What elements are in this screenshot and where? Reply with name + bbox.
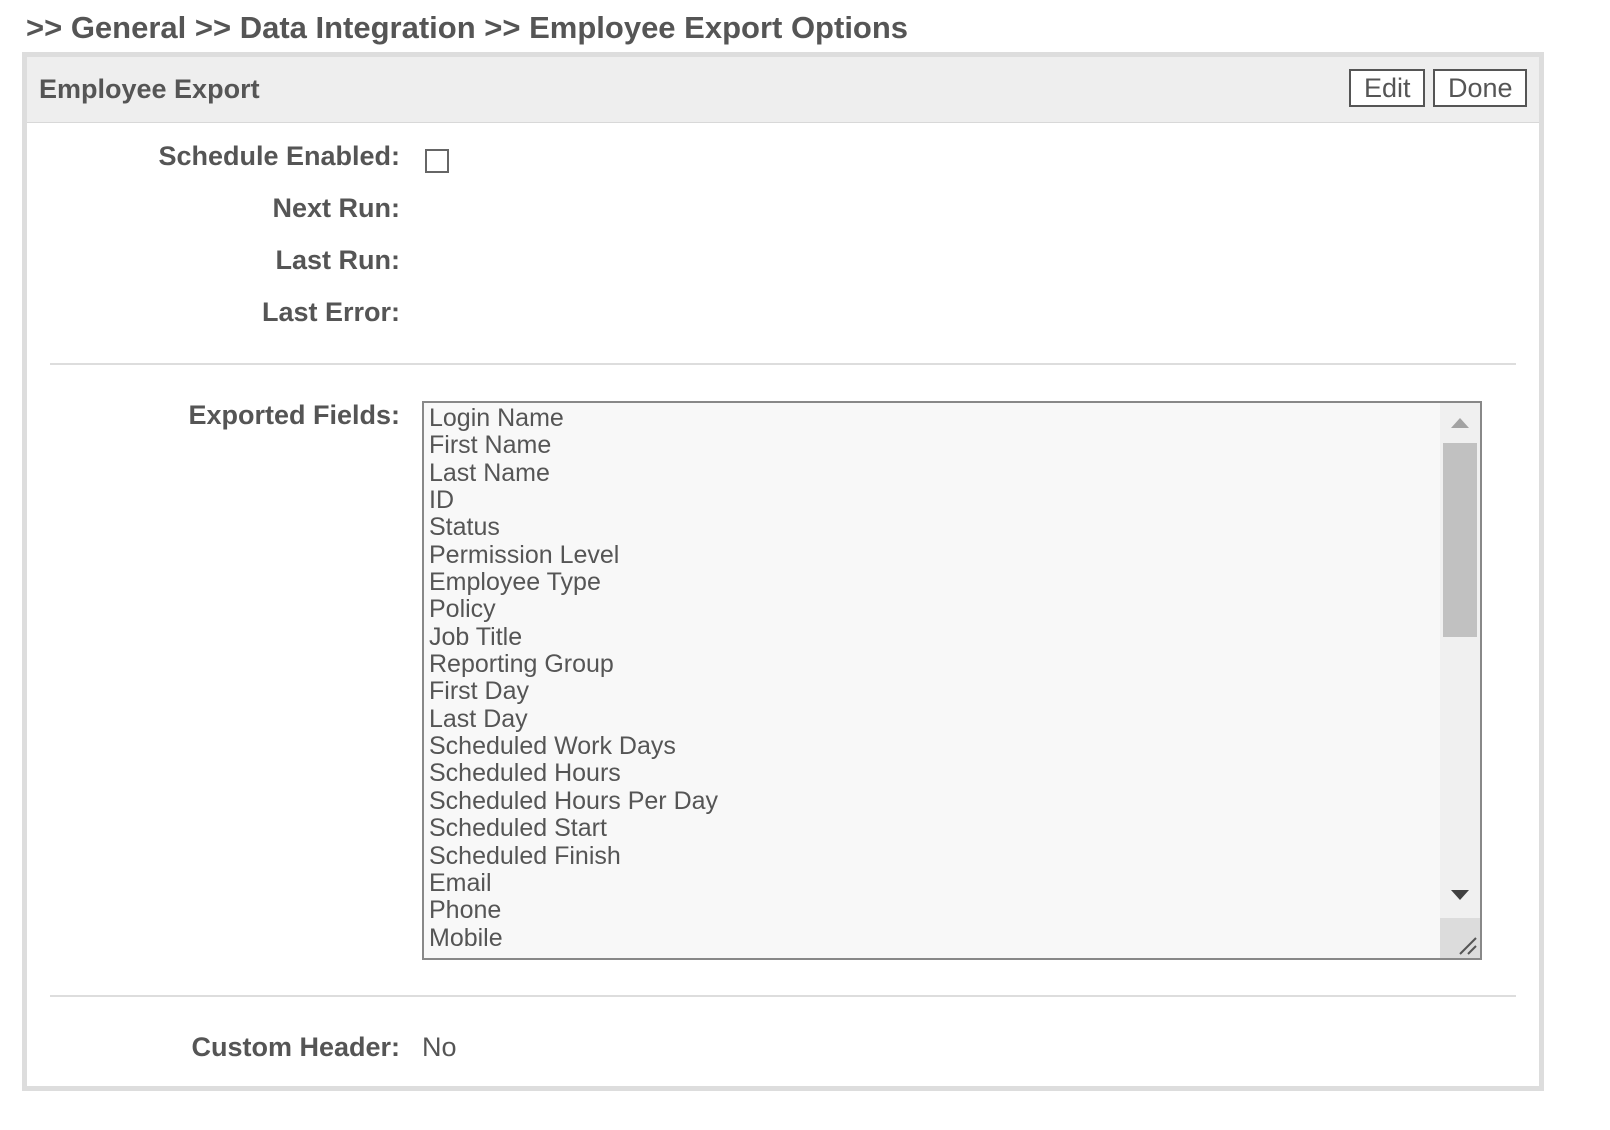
employee-export-panel: Employee Export Edit Done Schedule Enabl… [22,52,1544,1091]
list-item[interactable]: Login Name [429,404,1436,432]
divider [50,363,1516,365]
schedule-enabled-label: Schedule Enabled: [158,141,400,171]
list-item[interactable]: First Day [429,678,1436,706]
panel-title: Employee Export [39,74,260,104]
last-error-label: Last Error: [261,297,400,327]
breadcrumb: >> General >> Data Integration >> Employ… [26,10,909,45]
list-item[interactable]: Status [429,514,1436,542]
list-item[interactable]: Last Name [429,459,1436,487]
list-item[interactable]: Phone [429,896,1436,924]
scroll-thumb[interactable] [1443,443,1477,637]
list-item[interactable]: Employee Type [429,568,1436,596]
done-button[interactable]: Done [1433,69,1527,107]
list-item[interactable]: Last Day [429,705,1436,733]
divider [50,995,1516,997]
list-item[interactable]: Scheduled Work Days [429,732,1436,760]
scroll-up-arrow-icon[interactable] [1440,403,1480,443]
edit-button[interactable]: Edit [1349,69,1425,107]
custom-header-value: No [422,1032,457,1062]
custom-header-label: Custom Header: [191,1032,400,1062]
list-item[interactable]: Scheduled Finish [429,842,1436,870]
list-item[interactable]: Scheduled Hours [429,760,1436,788]
list-item[interactable]: Mobile [429,924,1436,952]
list-item[interactable]: First Name [429,431,1436,459]
listbox-scrollbar[interactable] [1440,403,1480,958]
list-item[interactable]: Reporting Group [429,650,1436,678]
panel-header: Employee Export Edit Done [27,57,1539,123]
list-item[interactable]: ID [429,486,1436,514]
scroll-down-arrow-icon[interactable] [1440,877,1480,917]
list-item[interactable]: Job Title [429,623,1436,651]
last-run-label: Last Run: [275,245,401,275]
list-item[interactable]: Permission Level [429,541,1436,569]
list-item[interactable]: Email [429,869,1436,897]
resize-grip-icon[interactable] [1440,918,1480,958]
list-item[interactable]: Policy [429,596,1436,624]
exported-fields-listbox[interactable]: Login Name First Name Last Name ID Status Per… [422,401,1482,960]
list-item[interactable]: Scheduled Start [429,814,1436,842]
schedule-enabled-checkbox[interactable] [425,149,449,173]
exported-fields-list: Login Name First Name Last Name ID Status Per… [429,404,1436,952]
exported-fields-label: Exported Fields: [188,400,400,430]
next-run-label: Next Run: [272,193,401,223]
list-item[interactable]: Scheduled Hours Per Day [429,787,1436,815]
